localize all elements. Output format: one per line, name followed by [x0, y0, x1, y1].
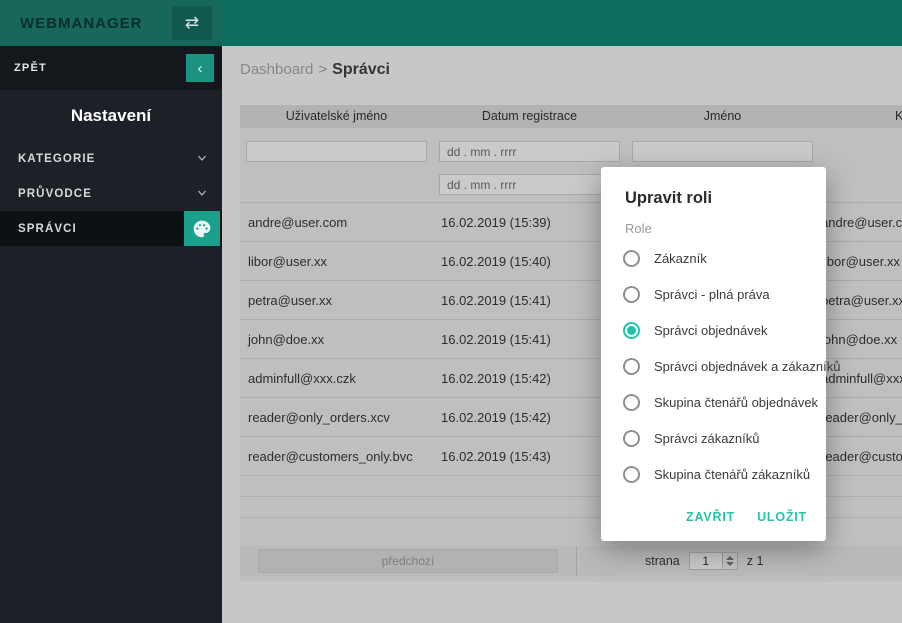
close-button[interactable]: ZAVŘIT	[675, 502, 746, 532]
role-option-label: Správci - plná práva	[654, 287, 770, 302]
sidebar-nav: KATEGORIE PRŮVODCE SPRÁVCI	[0, 141, 222, 246]
role-option-label: Zákazník	[654, 251, 707, 266]
save-button[interactable]: ULOŽIT	[746, 502, 818, 532]
radio-dot	[627, 470, 636, 479]
dialog-title: Upravit roli	[625, 189, 810, 208]
radio-dot	[627, 254, 636, 263]
collapse-sidebar-button[interactable]: ‹	[186, 54, 214, 82]
radio-icon[interactable]	[623, 358, 640, 375]
radio-icon[interactable]	[623, 394, 640, 411]
role-option-label: Skupina čtenářů objednávek	[654, 395, 818, 410]
app-logo-area: WEBMANAGER ⇄	[0, 0, 222, 46]
role-options-list: Zákazník Správci - plná práva Správci obje…	[625, 240, 810, 492]
radio-dot	[627, 326, 636, 335]
role-option-label: Správci objednávek	[654, 323, 767, 338]
swap-horizontal-icon[interactable]: ⇄	[172, 6, 212, 40]
edit-role-dialog: Upravit roli Role Zákazník Správci - plná…	[601, 167, 826, 541]
main-content: Dashboard>Správci Uživatelské jménoDatum…	[222, 46, 902, 623]
role-option[interactable]: Skupina čtenářů zákazníků	[625, 456, 810, 492]
radio-selected-icon[interactable]	[623, 322, 640, 339]
dialog-footer: ZAVŘIT ULOŽIT	[675, 502, 818, 532]
sidebar-section-title: Nastavení	[0, 103, 222, 129]
role-option-label: Skupina čtenářů zákazníků	[654, 467, 810, 482]
sidebar-item-label: PRŮVODCE	[18, 188, 92, 200]
radio-dot	[627, 362, 636, 371]
role-option[interactable]: Skupina čtenářů objednávek	[625, 384, 810, 420]
sidebar: ZPĚT ‹ Nastavení KATEGORIE PRŮVODCE SPRÁVC…	[0, 46, 222, 623]
back-row: ZPĚT ‹	[0, 46, 222, 90]
radio-dot	[627, 398, 636, 407]
back-label: ZPĚT	[14, 62, 47, 74]
role-option[interactable]: Správci - plná práva	[625, 276, 810, 312]
radio-icon[interactable]	[623, 430, 640, 447]
role-option[interactable]: Správci objednávek	[625, 312, 810, 348]
chevron-down-icon	[196, 187, 208, 199]
role-option-label: Správci objednávek a zákazníků	[654, 359, 840, 374]
sidebar-item-label: KATEGORIE	[18, 153, 95, 165]
sidebar-item-spravci[interactable]: SPRÁVCI	[0, 211, 222, 246]
sidebar-item-kategorie[interactable]: KATEGORIE	[0, 141, 222, 176]
palette-icon[interactable]	[184, 211, 220, 246]
radio-icon[interactable]	[623, 466, 640, 483]
top-bar: WEBMANAGER ⇄	[0, 0, 902, 46]
sidebar-item-label: SPRÁVCI	[18, 223, 77, 235]
role-option-label: Správci zákazníků	[654, 431, 760, 446]
role-option[interactable]: Správci zákazníků	[625, 420, 810, 456]
chevron-down-icon	[196, 152, 208, 164]
sidebar-item-pruvodce[interactable]: PRŮVODCE	[0, 176, 222, 211]
role-option[interactable]: Správci objednávek a zákazníků	[625, 348, 810, 384]
app-title: WEBMANAGER	[20, 15, 172, 32]
role-option[interactable]: Zákazník	[625, 240, 810, 276]
radio-dot	[627, 290, 636, 299]
radio-icon[interactable]	[623, 250, 640, 267]
radio-icon[interactable]	[623, 286, 640, 303]
radio-dot	[627, 434, 636, 443]
role-group-label: Role	[625, 221, 810, 236]
